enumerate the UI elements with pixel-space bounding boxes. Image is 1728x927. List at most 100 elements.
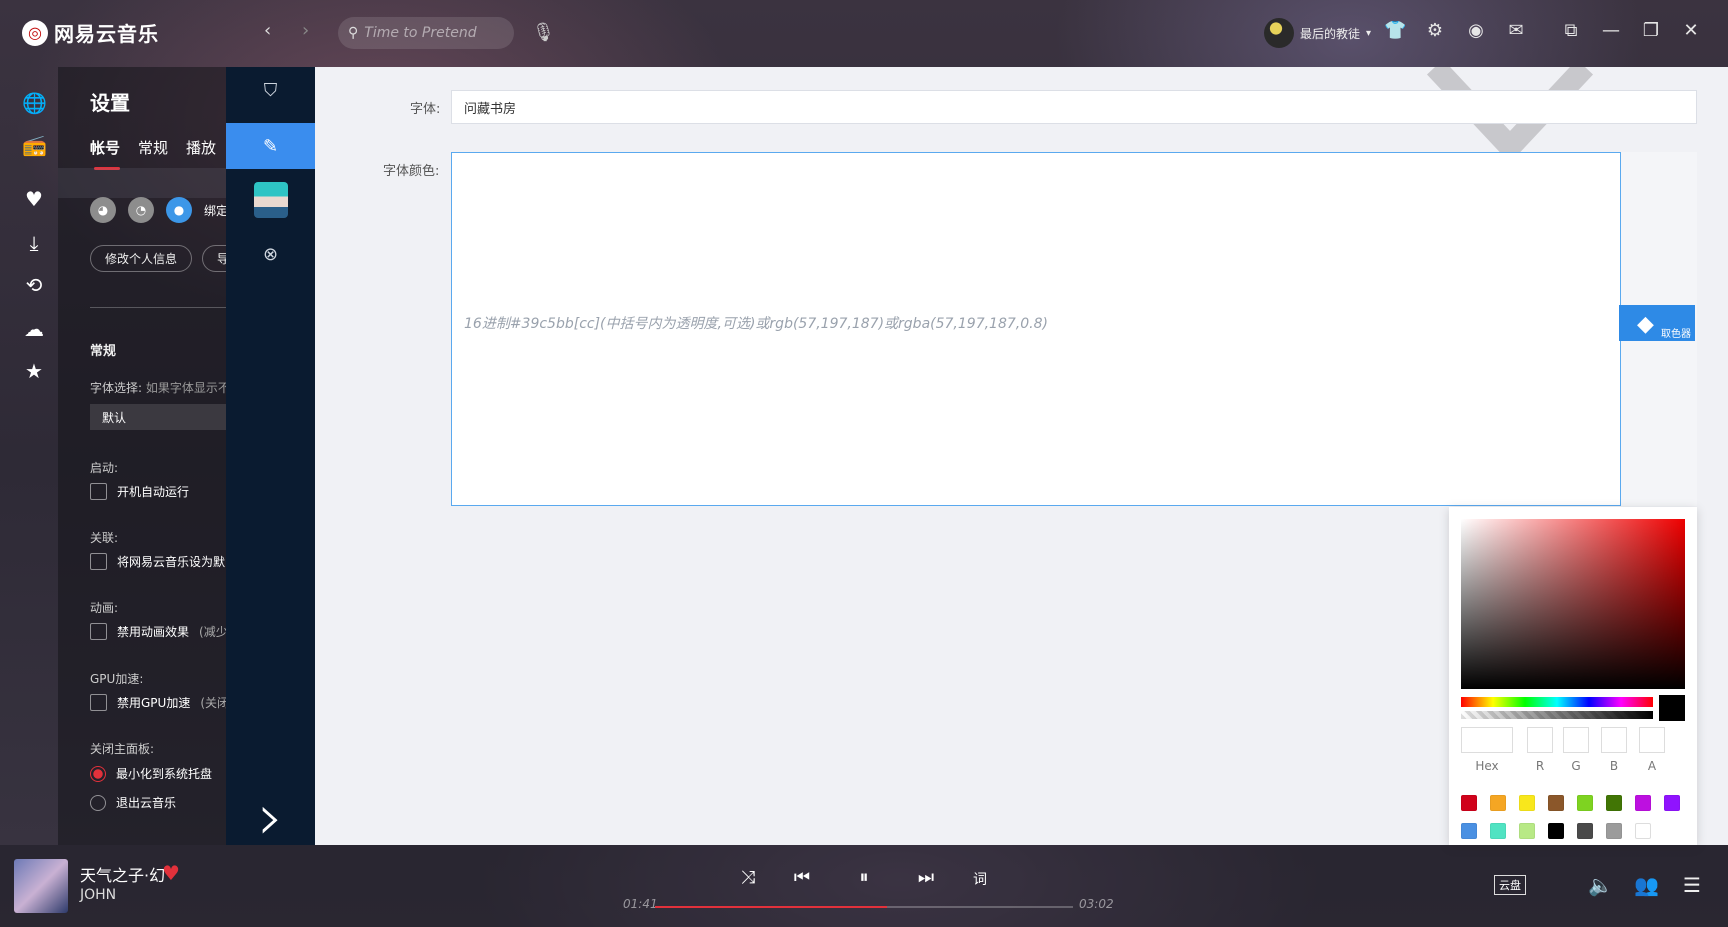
cloud-icon[interactable]: ☁ (22, 317, 46, 341)
color-swatch[interactable] (1519, 795, 1535, 811)
forward-arrow-icon[interactable]: › (302, 20, 309, 41)
font-color-input[interactable] (451, 152, 1621, 506)
color-swatch[interactable] (1490, 795, 1506, 811)
playlist-icon[interactable]: ☰ (1680, 873, 1704, 897)
heart-icon[interactable]: ♥ (22, 187, 46, 211)
close-option-exit: 退出云音乐 (116, 796, 177, 810)
previous-track-icon[interactable]: ⏮ (790, 867, 814, 888)
general-heading: 常规 (90, 344, 117, 359)
tab-playback[interactable]: 播放 (186, 137, 216, 158)
gpu-checkbox[interactable] (90, 694, 107, 711)
hex-input[interactable] (1461, 727, 1513, 753)
shuffle-icon[interactable]: ⤨ (736, 867, 760, 888)
globe-icon[interactable]: 🌐 (22, 91, 47, 115)
a-input[interactable] (1639, 727, 1665, 753)
startup-checkbox-row[interactable]: 开机自动运行 (90, 483, 189, 500)
wechat-icon[interactable]: ◔ (128, 197, 154, 223)
album-cover[interactable] (14, 859, 68, 913)
assoc-checkbox-row[interactable]: 将网易云音乐设为默 (90, 553, 225, 570)
color-swatch[interactable] (1548, 823, 1564, 839)
b-input[interactable] (1601, 727, 1627, 753)
edit-profile-button[interactable]: 修改个人信息 (90, 245, 193, 272)
like-heart-icon[interactable]: ♥ (162, 861, 180, 885)
color-swatch[interactable] (1635, 795, 1651, 811)
shield-check-icon[interactable]: ⛉ (226, 67, 315, 113)
gear-icon[interactable]: ⚙ (1424, 20, 1446, 41)
gpu-hint: (关闭 (200, 696, 226, 710)
volume-icon[interactable]: 🔈 (1588, 873, 1613, 897)
tab-account[interactable]: 帐号 (90, 137, 121, 170)
exit-app-radio[interactable] (90, 794, 106, 811)
gpu-checkbox-row[interactable]: 禁用GPU加速 (关闭 (90, 694, 226, 711)
back-arrow-icon[interactable]: ‹ (264, 20, 271, 41)
color-swatch[interactable] (1519, 823, 1535, 839)
color-swatch[interactable] (1577, 823, 1593, 839)
next-track-icon[interactable]: ⏭ (914, 867, 938, 888)
close-icon[interactable]: ✕ (1680, 20, 1702, 41)
close-option-minimize: 最小化到系统托盘 (116, 767, 213, 781)
tab-divider (58, 168, 226, 198)
microphone-icon[interactable]: 🎙 (532, 22, 555, 43)
chevron-right-icon[interactable]: › (226, 786, 315, 850)
color-swatch[interactable] (1664, 795, 1680, 811)
assoc-checkbox[interactable] (90, 553, 107, 570)
g-input[interactable] (1563, 727, 1589, 753)
miku-avatar (253, 182, 288, 218)
color-swatch[interactable] (1461, 795, 1477, 811)
lyrics-button[interactable]: 词 (968, 869, 992, 889)
brush-icon[interactable]: ✎ (226, 123, 315, 169)
cloud-disk-button[interactable]: 云盘 (1494, 875, 1526, 895)
startup-checkbox[interactable] (90, 483, 107, 500)
song-artist[interactable]: JOHN (80, 887, 116, 903)
settings-title: 设置 (90, 91, 130, 115)
font-select-dropdown[interactable]: 默认 (90, 404, 226, 430)
saturation-value-area[interactable] (1461, 519, 1685, 689)
search-box[interactable]: ⚲ (338, 17, 514, 49)
close-circle-icon[interactable]: ⊗ (226, 231, 315, 277)
alpha-slider[interactable] (1461, 711, 1653, 719)
star-icon[interactable]: ★ (22, 359, 46, 383)
tab-general[interactable]: 常规 (138, 137, 168, 158)
color-swatch[interactable] (1577, 795, 1593, 811)
anim-label: 动画: (90, 601, 119, 615)
minimize-icon[interactable]: — (1600, 20, 1622, 41)
color-swatch[interactable] (1635, 823, 1651, 839)
history-icon[interactable]: ⟲ (22, 273, 46, 297)
color-swatch[interactable] (1606, 795, 1622, 811)
radio-icon[interactable]: 📻 (22, 133, 47, 157)
color-swatch[interactable] (1490, 823, 1506, 839)
user-menu[interactable]: 最后的教徒 ▾ (1264, 18, 1371, 48)
mail-icon[interactable]: ✉ (1505, 20, 1527, 41)
listen-together-icon[interactable]: 👥 (1634, 873, 1659, 897)
netease-music-icon[interactable]: ◉ (1465, 20, 1487, 41)
progress-fill (655, 906, 887, 908)
weibo-icon[interactable]: ◕ (90, 197, 116, 223)
export-button[interactable]: 导 (202, 245, 226, 272)
color-picker-button[interactable]: ◆ 取色器 (1619, 305, 1695, 341)
color-swatch[interactable] (1461, 823, 1477, 839)
color-swatch[interactable] (1606, 823, 1622, 839)
mini-mode-icon[interactable]: ⧉ (1560, 20, 1582, 41)
app-name: 网易云音乐 (54, 22, 159, 46)
r-input[interactable] (1527, 727, 1553, 753)
close-minimize-radio-row[interactable]: 最小化到系统托盘 (90, 765, 212, 782)
anim-checkbox-row[interactable]: 禁用动画效果 (减少 (90, 623, 226, 640)
pause-icon[interactable]: ⏸ (852, 867, 876, 888)
color-swatch[interactable] (1548, 795, 1564, 811)
font-name-input[interactable] (451, 90, 1697, 124)
app-logo[interactable]: ◎ 网易云音乐 (22, 18, 159, 47)
progress-bar[interactable] (655, 906, 1073, 908)
qq-icon[interactable]: ● (166, 197, 192, 223)
skin-tshirt-icon[interactable]: 👕 (1384, 20, 1406, 41)
hue-slider[interactable] (1461, 697, 1653, 707)
download-icon[interactable]: ⤓ (22, 231, 46, 255)
minimize-tray-radio[interactable] (90, 765, 106, 782)
song-title[interactable]: 天气之子·幻 (80, 862, 165, 886)
character-avatar-icon[interactable] (226, 177, 315, 223)
maximize-icon[interactable]: ❐ (1640, 20, 1662, 41)
search-input[interactable] (364, 25, 505, 41)
font-color-label: 字体颜色: (383, 164, 440, 179)
font-label: 字体: (410, 102, 441, 117)
close-exit-radio-row[interactable]: 退出云音乐 (90, 794, 176, 811)
anim-checkbox[interactable] (90, 623, 107, 640)
